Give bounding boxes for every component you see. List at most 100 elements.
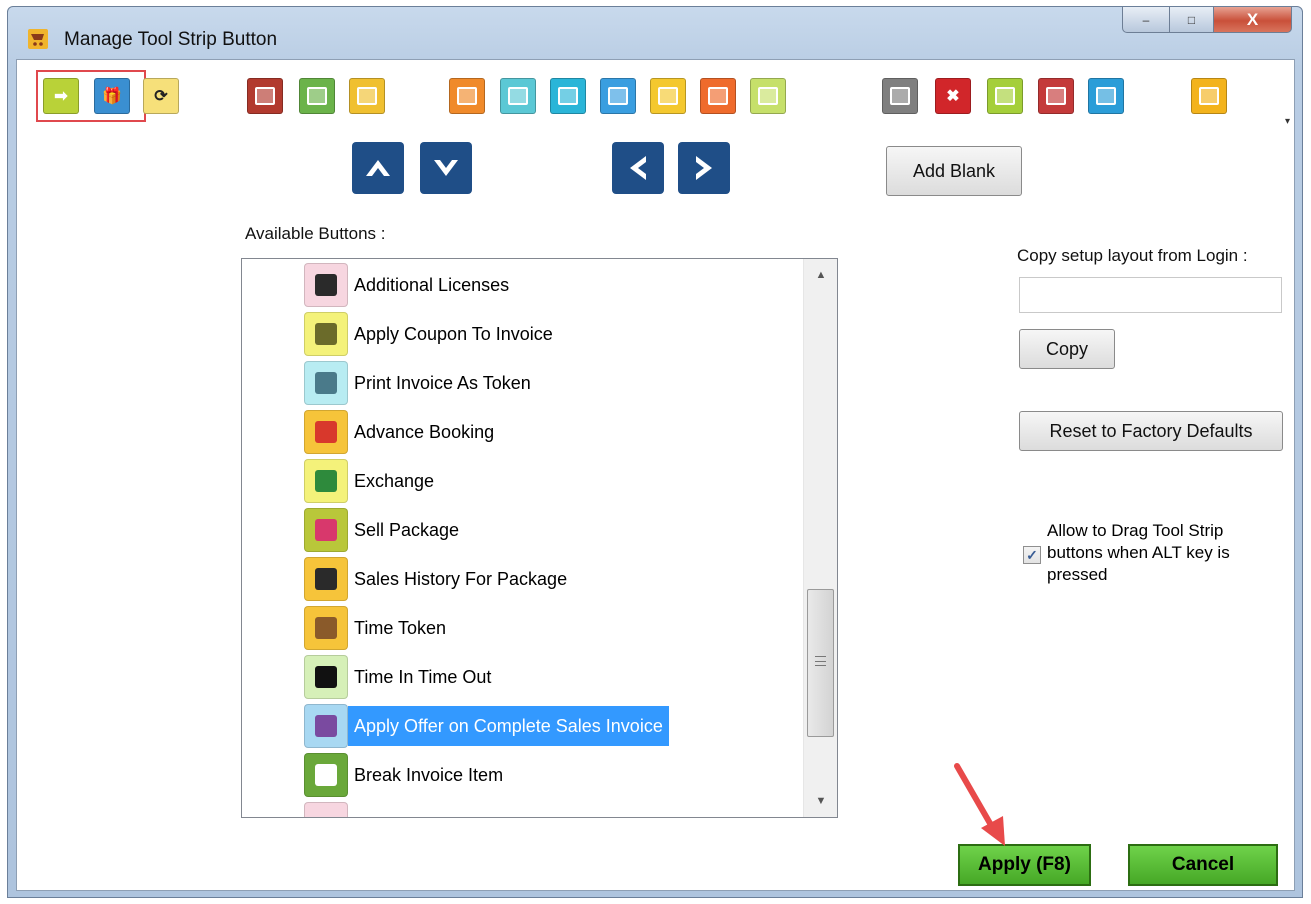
scroll-up-icon[interactable]: ▲ xyxy=(804,263,837,287)
list-item-icon xyxy=(304,802,348,817)
list-item-label: Additional Licenses xyxy=(354,275,510,295)
toolbar-btn-refresh[interactable]: ⟳ xyxy=(143,78,179,114)
toolbar-btn-19[interactable] xyxy=(1191,78,1227,114)
toolbar-overflow-icon[interactable]: ▾ xyxy=(1285,116,1290,127)
list-item-icon xyxy=(304,361,348,405)
toolbar-btn-18-icon xyxy=(1096,87,1116,105)
toolbar-btn-4[interactable] xyxy=(247,78,283,114)
list-item-glyph xyxy=(315,470,337,492)
add-blank-button[interactable]: Add Blank xyxy=(886,146,1022,196)
toolbar-btn-17-icon xyxy=(1046,87,1066,105)
thumb-grip-icon xyxy=(815,656,826,666)
list-item-icon xyxy=(304,410,348,454)
toolbar-btn-18[interactable] xyxy=(1088,78,1124,114)
list-item-icon xyxy=(304,655,348,699)
list-item-glyph xyxy=(315,568,337,590)
toolbar-btn-12-icon xyxy=(708,87,728,105)
copy-login-input[interactable] xyxy=(1019,277,1282,313)
toolbar-btn-4-icon xyxy=(255,87,275,105)
list-item[interactable]: Time Token xyxy=(304,606,452,650)
list-item-label: Advance Booking xyxy=(354,422,495,442)
toolbar-btn-5[interactable] xyxy=(299,78,335,114)
list-item[interactable]: Apply Offer on Complete Sales Invoice xyxy=(304,704,669,748)
toolbar-btn-6-icon xyxy=(357,87,377,105)
toolbar-btn-15[interactable]: ✖ xyxy=(935,78,971,114)
close-button[interactable]: X xyxy=(1214,7,1292,33)
list-item-glyph xyxy=(315,666,337,688)
chevron-right-icon xyxy=(696,156,712,180)
caption-buttons: ‒ □ X xyxy=(1122,7,1292,35)
move-down-button[interactable] xyxy=(420,142,472,194)
list-item[interactable]: Sell Package xyxy=(304,508,465,552)
list-scrollbar[interactable]: ▲ ▼ xyxy=(803,259,837,817)
toolbar-btn-8[interactable] xyxy=(500,78,536,114)
reset-factory-defaults-button[interactable]: Reset to Factory Defaults xyxy=(1019,411,1283,451)
list-item-icon xyxy=(304,459,348,503)
move-right-button[interactable] xyxy=(678,142,730,194)
toolbar-btn-9[interactable] xyxy=(550,78,586,114)
window-title: Manage Tool Strip Button xyxy=(64,29,278,50)
allow-drag-checkbox[interactable]: ✓ xyxy=(1023,546,1041,564)
title-bar: Manage Tool Strip Button ‒ □ X xyxy=(8,7,1302,59)
list-item[interactable]: Break Invoice Item xyxy=(304,753,509,797)
list-item-icon xyxy=(304,263,348,307)
toolbar-btn-14[interactable] xyxy=(882,78,918,114)
toolbar-btn-1[interactable]: ➡ xyxy=(43,78,79,114)
list-item[interactable] xyxy=(304,802,360,817)
list-item[interactable]: Apply Coupon To Invoice xyxy=(304,312,559,356)
list-item-label: Break Invoice Item xyxy=(354,765,504,785)
list-item[interactable]: Print Invoice As Token xyxy=(304,361,537,405)
toolbar-btn-10[interactable] xyxy=(600,78,636,114)
toolbar-btn-13-icon xyxy=(758,87,778,105)
move-left-button[interactable] xyxy=(612,142,664,194)
list-item-label: Sell Package xyxy=(354,520,460,540)
dialog-client-area: ➡ 🎁 ⟳ ✖ ▾ Add Blank Available Buttons : Add… xyxy=(16,59,1295,891)
list-item[interactable]: Advance Booking xyxy=(304,410,500,454)
chevron-up-icon xyxy=(366,160,390,176)
toolbar-btn-7-icon xyxy=(457,87,477,105)
list-item-label: Time In Time Out xyxy=(354,667,492,687)
toolbar-btn-2[interactable]: 🎁 xyxy=(94,78,130,114)
minimize-button[interactable]: ‒ xyxy=(1122,7,1170,33)
cart-app-icon xyxy=(28,29,48,49)
list-item-icon xyxy=(304,508,348,552)
list-item-label xyxy=(348,804,360,817)
toolbar-btn-11[interactable] xyxy=(650,78,686,114)
list-item-icon xyxy=(304,753,348,797)
toolbar-btn-13[interactable] xyxy=(750,78,786,114)
toolbar-btn-8-icon xyxy=(508,87,528,105)
list-item-glyph xyxy=(315,715,337,737)
toolbar-btn-12[interactable] xyxy=(700,78,736,114)
manage-tool-strip-window: Manage Tool Strip Button ‒ □ X ➡ 🎁 ⟳ ✖ ▾ Ad… xyxy=(7,6,1303,898)
toolbar-btn-refresh-icon: ⟳ xyxy=(154,88,168,105)
toolbar-btn-calculator[interactable] xyxy=(987,78,1023,114)
list-item[interactable]: Time In Time Out xyxy=(304,655,497,699)
toolbar-btn-7[interactable] xyxy=(449,78,485,114)
list-item-glyph xyxy=(315,421,337,443)
copy-layout-label: Copy setup layout from Login : xyxy=(1017,246,1248,265)
list-item-icon xyxy=(304,557,348,601)
list-item-glyph xyxy=(315,813,337,817)
list-item-icon xyxy=(304,704,348,748)
list-item-glyph xyxy=(315,372,337,394)
cancel-button[interactable]: Cancel xyxy=(1128,844,1278,886)
apply-button[interactable]: Apply (F8) xyxy=(958,844,1091,886)
list-item[interactable]: Sales History For Package xyxy=(304,557,573,601)
list-item-icon xyxy=(304,606,348,650)
list-item-label: Exchange xyxy=(354,471,435,491)
toolbar-btn-17[interactable] xyxy=(1038,78,1074,114)
toolbar-btn-calculator-icon xyxy=(995,87,1015,105)
move-up-button[interactable] xyxy=(352,142,404,194)
toolbar-btn-15-icon: ✖ xyxy=(946,88,960,105)
maximize-button[interactable]: □ xyxy=(1170,7,1214,33)
list-item[interactable]: Additional Licenses xyxy=(304,263,515,307)
list-item-glyph xyxy=(315,274,337,296)
copy-button[interactable]: Copy xyxy=(1019,329,1115,369)
available-buttons-list[interactable]: Additional Licenses Apply Coupon To Invoi… xyxy=(241,258,838,818)
scroll-down-icon[interactable]: ▼ xyxy=(804,789,837,813)
toolbar-btn-19-icon xyxy=(1199,87,1219,105)
toolbar-btn-9-icon xyxy=(558,87,578,105)
scroll-thumb[interactable] xyxy=(807,589,834,737)
list-item[interactable]: Exchange xyxy=(304,459,440,503)
toolbar-btn-6[interactable] xyxy=(349,78,385,114)
